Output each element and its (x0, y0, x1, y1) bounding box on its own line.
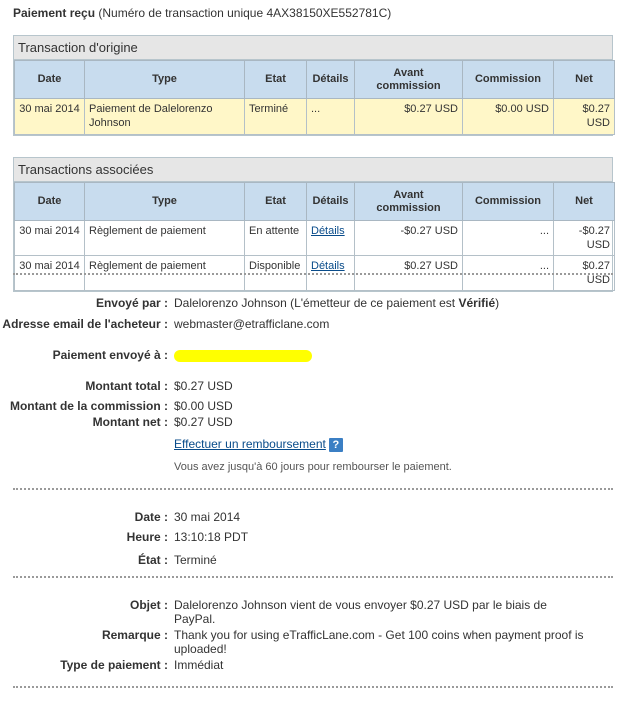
table-row: 30 mai 2014 Paiement de Dalelorenzo John… (14, 98, 615, 135)
sender-name: Dalelorenzo Johnson (L'émetteur de ce pa… (174, 296, 459, 310)
note-label: Remarque : (101, 628, 168, 642)
origin-table: Date Type Etat Détails Avant commission … (14, 60, 615, 135)
sent-to-value (174, 348, 594, 362)
page-title-main: Paiement reçu (13, 6, 96, 20)
origin-transaction-panel: Transaction d'origine Date Type Etat Dét… (13, 35, 615, 136)
cell-etat: En attente (244, 220, 307, 256)
sent-to-label: Paiement envoyé à : (52, 348, 168, 362)
transaction-id: (Numéro de transaction unique 4AX38150XE… (98, 6, 392, 20)
col-net: Net (553, 60, 615, 99)
col-etat: Etat (244, 182, 307, 221)
sent-by-label: Envoyé par : (95, 296, 168, 310)
cell-avant: $0.27 USD (354, 98, 463, 135)
net-label: Montant net : (92, 415, 168, 429)
details-link[interactable]: Détails (311, 225, 345, 237)
table-row: 30 mai 2014 Règlement de paiement En att… (14, 220, 615, 256)
divider (13, 576, 613, 578)
divider (13, 686, 613, 688)
col-avant: Avant commission (354, 182, 463, 221)
cell-date: 30 mai 2014 (14, 98, 85, 135)
cell-type: Règlement de paiement (84, 220, 245, 256)
divider (13, 273, 613, 275)
col-commission: Commission (462, 60, 554, 99)
col-etat: Etat (244, 60, 307, 99)
col-net: Net (553, 182, 615, 221)
cell-details: ... (306, 98, 355, 135)
cell-commission: ... (462, 220, 554, 256)
col-avant: Avant commission (354, 60, 463, 99)
note-value: Thank you for using eTrafficLane.com - G… (174, 628, 584, 656)
col-date: Date (14, 182, 85, 221)
fee-label: Montant de la commission : (9, 399, 168, 413)
net-value: $0.27 USD (174, 415, 233, 429)
total-label: Montant total : (85, 379, 168, 393)
related-panel-title: Transactions associées (14, 158, 612, 182)
sender-close: ) (495, 296, 500, 310)
email-label: Adresse email de l'acheteur : (2, 317, 168, 331)
fee-value: $0.00 USD (174, 399, 233, 413)
cell-etat: Terminé (244, 98, 307, 135)
col-type: Type (84, 182, 245, 221)
related-transactions-panel: Transactions associées Date Type Etat Dé… (13, 157, 615, 292)
subject-label: Objet : (130, 598, 168, 612)
time-value: 13:10:18 PDT (174, 530, 249, 544)
cell-details: Détails (306, 220, 355, 256)
related-header-row: Date Type Etat Détails Avant commission … (14, 182, 615, 221)
date-value: 30 mai 2014 (174, 510, 241, 524)
page-title: Paiement reçu (Numéro de transaction uni… (13, 6, 391, 20)
col-commission: Commission (462, 182, 554, 221)
refund-row: Effectuer un remboursement? (174, 437, 594, 452)
time-label: Heure : (126, 530, 168, 544)
subject-value: Dalelorenzo Johnson vient de vous envoye… (174, 598, 547, 626)
cell-commission: $0.00 USD (462, 98, 554, 135)
cell-date: 30 mai 2014 (14, 220, 85, 256)
col-details: Détails (306, 60, 355, 99)
col-type: Type (84, 60, 245, 99)
cell-net: $0.27 USD (553, 98, 615, 135)
refund-link[interactable]: Effectuer un remboursement (174, 437, 326, 451)
email-value: webmaster@etrafficlane.com (174, 317, 330, 331)
cell-type: Paiement de Dalelorenzo Johnson (84, 98, 245, 135)
cell-net: -$0.27 USD (553, 220, 615, 256)
origin-header-row: Date Type Etat Détails Avant commission … (14, 60, 615, 99)
details-link[interactable]: Détails (311, 260, 345, 272)
verified-status: Vérifié (458, 296, 496, 310)
sent-by-value: Dalelorenzo Johnson (L'émetteur de ce pa… (174, 296, 594, 310)
refund-note: Vous avez jusqu'à 60 jours pour rembours… (174, 461, 452, 473)
state-value: Terminé (174, 553, 217, 567)
total-value: $0.27 USD (174, 379, 233, 393)
redaction-mark (174, 349, 312, 362)
origin-panel-title: Transaction d'origine (14, 36, 612, 60)
divider (13, 488, 613, 490)
state-label: État : (138, 553, 168, 567)
payment-type-value: Immédiat (174, 658, 224, 672)
cell-avant: -$0.27 USD (354, 220, 463, 256)
help-icon[interactable]: ? (328, 437, 343, 452)
col-details: Détails (306, 182, 355, 221)
payment-type-label: Type de paiement : (60, 658, 168, 672)
col-date: Date (14, 60, 85, 99)
date-label: Date : (134, 510, 168, 524)
